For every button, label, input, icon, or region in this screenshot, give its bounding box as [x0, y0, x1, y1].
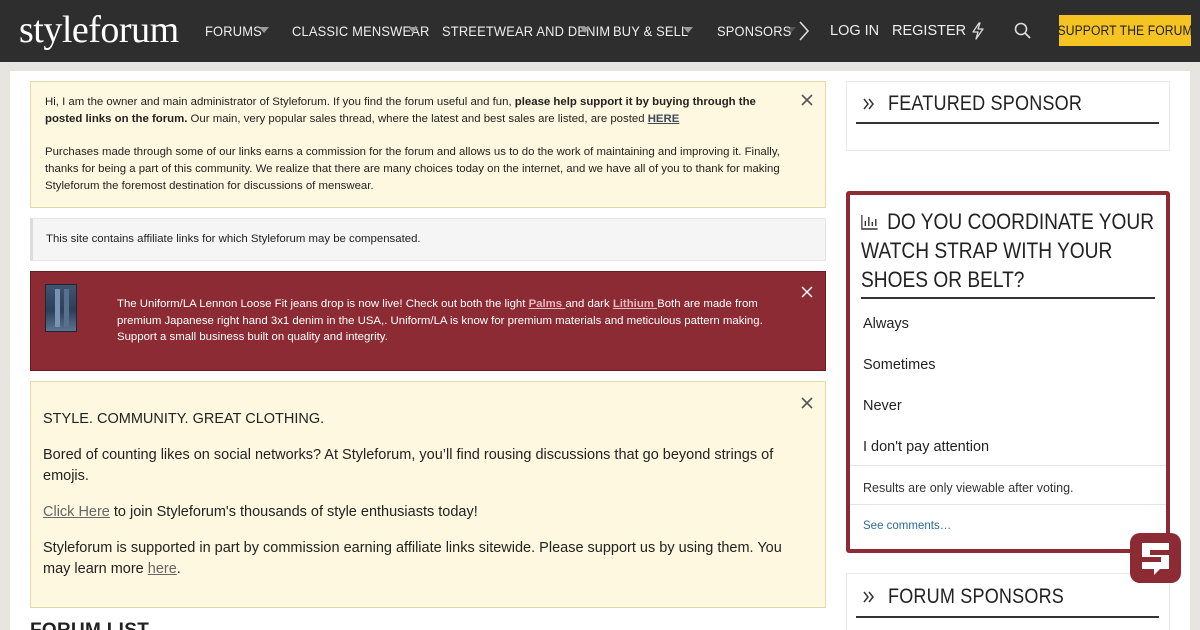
sponsor-promo-notice: The Uniform/LA Lennon Loose Fit jeans dr…: [30, 271, 826, 371]
chevron-down-icon[interactable]: [408, 27, 418, 33]
learn-more-link[interactable]: here: [148, 561, 177, 577]
promo-text: and dark: [565, 298, 613, 310]
poll-option-sometimes[interactable]: Sometimes: [863, 357, 936, 373]
search-icon[interactable]: [1014, 22, 1031, 39]
chevron-down-icon[interactable]: [580, 27, 590, 33]
support-the-forum-button[interactable]: SUPPORT THE FORUM: [1057, 15, 1193, 46]
poll-results-note: Results are only viewable after voting.: [863, 481, 1074, 495]
poll-option-no-attention[interactable]: I don't pay attention: [863, 439, 989, 455]
forum-list-heading: FORUM LIST: [30, 620, 149, 630]
notice-text: Our main, very popular sales thread, whe…: [187, 113, 648, 125]
support-button-label: SUPPORT THE FORUM: [1057, 23, 1193, 38]
admin-notice-paragraph: Hi, I am the owner and main administrato…: [45, 94, 793, 128]
featured-sponsor-label: FEATURED SPONSOR: [888, 92, 1083, 115]
welcome-text: to join Styleforum's thousands of style …: [109, 504, 478, 520]
poll-option-never[interactable]: Never: [863, 398, 902, 414]
divider: [861, 297, 1155, 299]
welcome-paragraph: Bored of counting likes on social networ…: [43, 447, 774, 484]
nav-forums[interactable]: FORUMS: [205, 0, 262, 62]
see-comments-link[interactable]: See comments…: [863, 520, 951, 532]
jeans-thumbnail[interactable]: [45, 284, 77, 332]
welcome-notice: STYLE. COMMUNITY. GREAT CLOTHING. Bored …: [30, 381, 826, 608]
poll-title: DO YOU COORDINATE YOUR WATCH STRAP WITH …: [861, 207, 1157, 294]
chat-icon: [1142, 543, 1169, 575]
divider: [856, 616, 1159, 618]
chat-button[interactable]: [1130, 533, 1181, 583]
here-link[interactable]: HERE: [648, 113, 680, 125]
nav-buy-sell[interactable]: BUY & SELL: [613, 0, 688, 62]
featured-sponsor-title: FEATURED SPONSOR: [862, 92, 1114, 116]
poll-question: DO YOU COORDINATE YOUR WATCH STRAP WITH …: [861, 209, 1155, 292]
site-logo[interactable]: styleforum: [19, 8, 179, 52]
click-here-link[interactable]: Click Here: [43, 504, 110, 520]
welcome-heading: STYLE. COMMUNITY. GREAT CLOTHING.: [43, 411, 325, 427]
divider: [856, 122, 1159, 124]
welcome-affiliate-paragraph: Styleforum is supported in part by commi…: [43, 538, 795, 580]
poll-option-always[interactable]: Always: [863, 316, 909, 332]
poll-chart-icon: [861, 215, 878, 230]
affiliate-disclosure: This site contains affiliate links for w…: [30, 218, 826, 261]
notice-text: Hi, I am the owner and main administrato…: [45, 96, 515, 108]
forum-sponsors-title: FORUM SPONSORS: [862, 585, 1093, 609]
welcome-join-paragraph: Click Here to join Styleforum's thousand…: [43, 502, 795, 523]
welcome-text: .: [176, 561, 181, 577]
admin-notice: Hi, I am the owner and main administrato…: [30, 81, 826, 208]
palms-link[interactable]: Palms: [529, 298, 566, 310]
top-navigation-bar: styleforum FORUMS CLASSIC MENSWEAR STREE…: [0, 0, 1200, 62]
chevron-down-icon[interactable]: [683, 27, 693, 33]
admin-notice-paragraph-2: Purchases made through some of our links…: [45, 146, 780, 192]
divider: [850, 504, 1166, 505]
poll-block: DO YOU COORDINATE YOUR WATCH STRAP WITH …: [846, 191, 1170, 553]
forum-sponsors-label: FORUM SPONSORS: [888, 585, 1065, 608]
promo-text: The Uniform/LA Lennon Loose Fit jeans dr…: [117, 298, 529, 310]
double-chevron-right-icon: [863, 98, 874, 110]
chevron-down-icon: [786, 27, 796, 33]
close-icon[interactable]: [801, 397, 813, 409]
bolt-icon[interactable]: [971, 22, 985, 40]
lithium-link[interactable]: Lithium: [613, 298, 657, 310]
double-chevron-right-icon: [863, 591, 874, 603]
close-icon[interactable]: [801, 94, 813, 106]
nav-sponsors[interactable]: SPONSORS: [717, 0, 791, 62]
chevron-right-icon[interactable]: [797, 18, 811, 44]
divider: [850, 465, 1166, 466]
close-icon[interactable]: [801, 286, 813, 298]
login-link[interactable]: LOG IN: [830, 0, 879, 62]
register-link[interactable]: REGISTER: [892, 0, 966, 62]
chevron-down-icon[interactable]: [259, 27, 269, 33]
